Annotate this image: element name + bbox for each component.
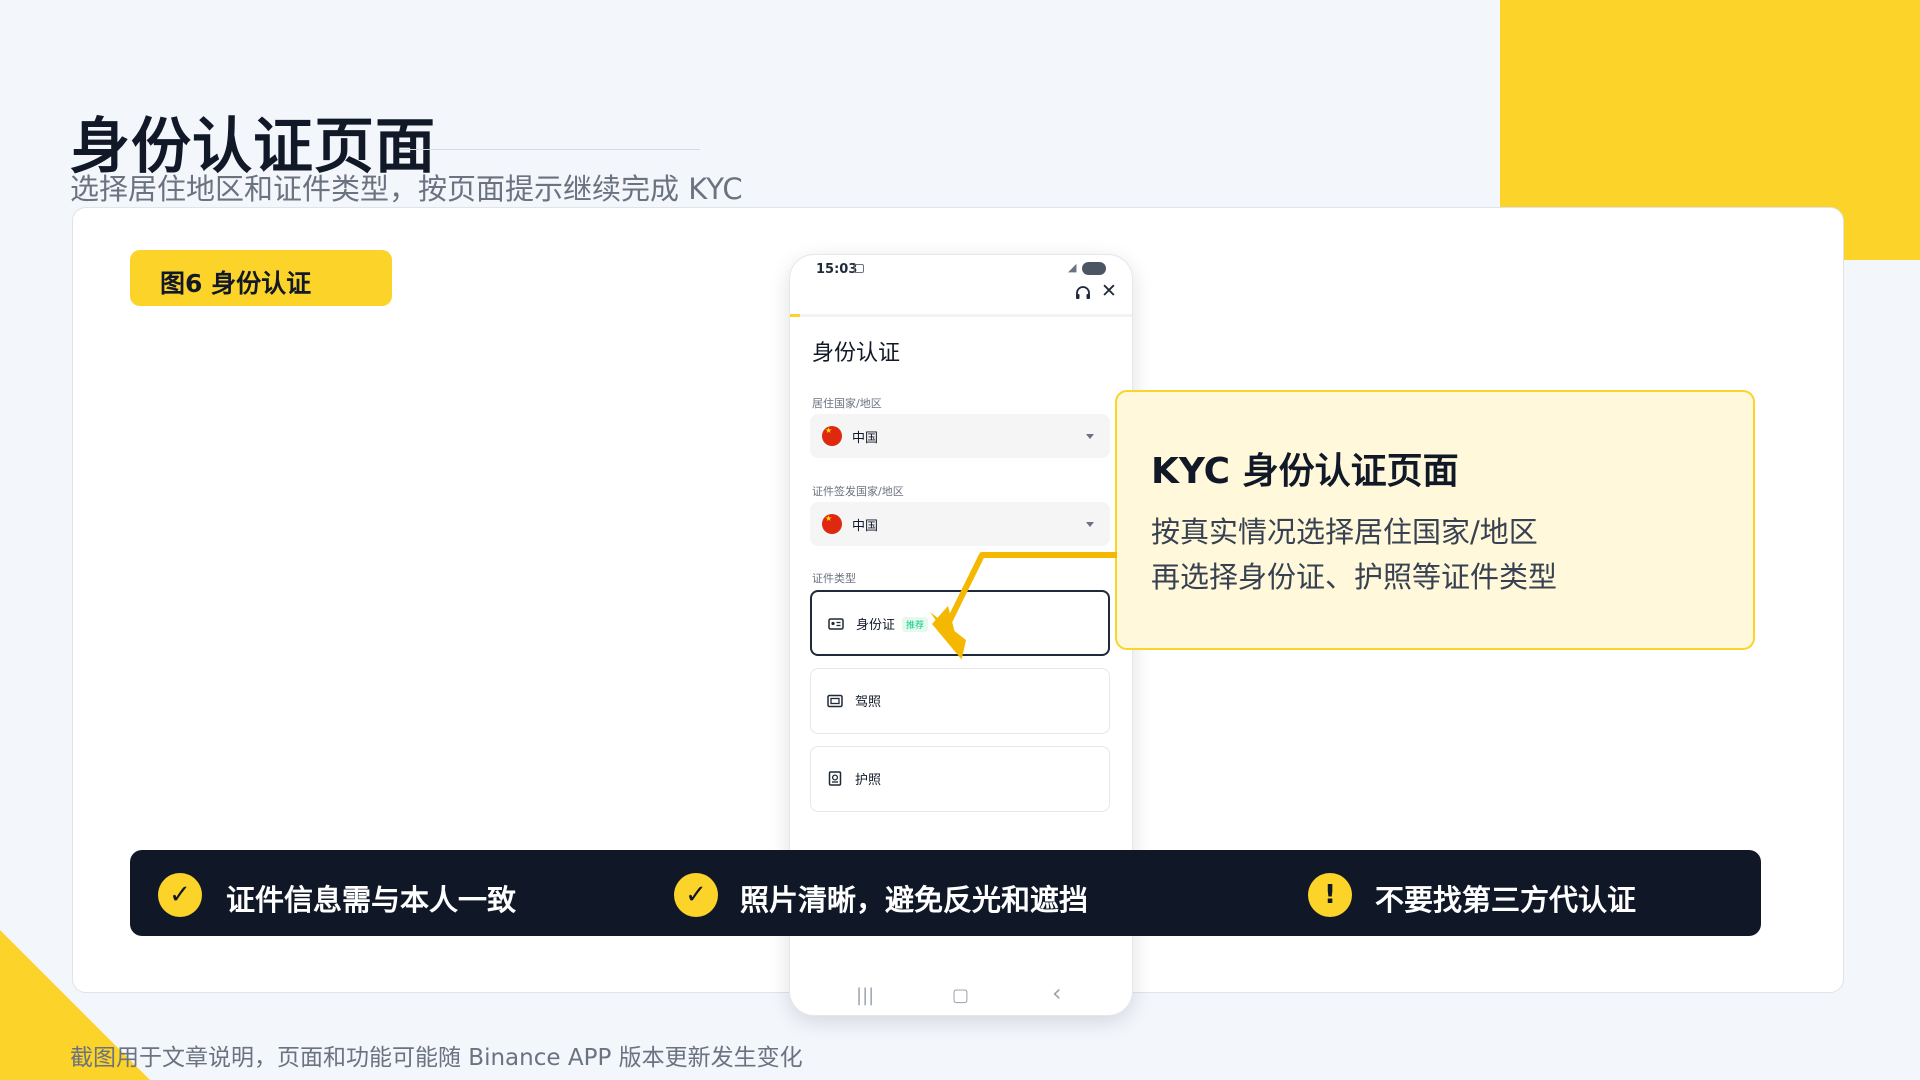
warning-icon: ! xyxy=(1308,873,1352,917)
tip-text: 不要找第三方代认证 xyxy=(1375,883,1637,917)
tip-text: 证件信息需与本人一致 xyxy=(226,883,517,917)
footnote: 截图用于文章说明，页面和功能可能随 Binance APP 版本更新发生变化 xyxy=(70,1045,803,1071)
check-icon: ✓ xyxy=(158,873,202,917)
tips-bar: ✓ 证件信息需与本人一致 ✓ 照片清晰，避免反光和遮挡 ! 不要找第三方代认证 xyxy=(130,850,1761,936)
check-icon: ✓ xyxy=(674,873,718,917)
tip-text: 照片清晰，避免反光和遮挡 xyxy=(740,883,1089,917)
